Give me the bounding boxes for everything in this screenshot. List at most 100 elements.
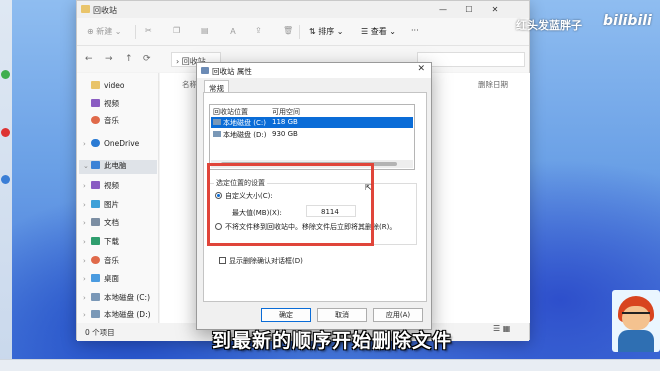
video-subtitle: 到最新的顺序开始删除文件 xyxy=(211,330,452,352)
nav-item-drive-c[interactable]: › 本地磁盘 (C:) xyxy=(83,292,150,306)
column-header-name[interactable]: 名称 xyxy=(182,79,197,90)
video-icon xyxy=(91,99,100,107)
nav-label: 音乐 xyxy=(104,256,119,265)
document-icon xyxy=(91,218,100,226)
close-icon[interactable]: ✕ xyxy=(417,64,425,74)
chevron-right-icon[interactable]: › xyxy=(83,219,91,227)
location-name: 本地磁盘 (C:) xyxy=(223,119,266,127)
image-icon xyxy=(91,200,100,208)
app-icon[interactable] xyxy=(1,128,10,137)
chevron-right-icon[interactable]: › xyxy=(83,311,91,319)
chevron-right-icon[interactable]: › xyxy=(83,294,91,302)
nav-label: video xyxy=(104,81,125,90)
nav-label: 音乐 xyxy=(104,116,119,125)
chevron-right-icon[interactable]: › xyxy=(83,238,91,246)
drive-icon xyxy=(91,310,100,318)
copy-icon[interactable]: ❐ xyxy=(173,26,180,35)
nav-item-downloads[interactable]: › 下载 xyxy=(83,236,119,250)
left-app-strip xyxy=(0,0,12,371)
music-icon xyxy=(91,256,100,264)
chevron-right-icon[interactable]: › xyxy=(83,140,91,148)
nav-item-videos-pc[interactable]: › 视频 xyxy=(83,180,119,194)
free-space: 118 GB xyxy=(272,118,298,126)
custom-size-option[interactable]: 自定义大小(C): xyxy=(215,191,273,201)
forward-arrow-icon[interactable]: → xyxy=(105,54,113,64)
dialog-titlebar: 回收站 属性 ✕ xyxy=(197,63,431,78)
chevron-right-icon[interactable]: › xyxy=(83,201,91,209)
location-list[interactable]: 回收站位置 可用空间 本地磁盘 (C:) 118 GB 本地磁盘 (D:) 93… xyxy=(209,104,415,170)
column-header-free-space[interactable]: 可用空间 xyxy=(272,107,300,117)
app-icon[interactable] xyxy=(1,175,10,184)
nav-item-this-pc[interactable]: ⌄ 此电脑 xyxy=(79,160,157,174)
free-space: 930 GB xyxy=(272,130,298,138)
nav-item-onedrive[interactable]: › OneDrive xyxy=(83,139,139,153)
chevron-right-icon[interactable]: › xyxy=(83,182,91,190)
no-recycle-option[interactable]: 不将文件移到回收站中。移除文件后立即将其删除(R)。 xyxy=(215,222,396,232)
cursor-icon: ⇱ xyxy=(365,183,372,192)
chevron-right-icon[interactable]: › xyxy=(83,275,91,283)
chevron-down-icon[interactable]: ⌄ xyxy=(83,162,91,170)
refresh-icon[interactable]: ⟳ xyxy=(143,54,151,64)
avatar xyxy=(612,290,660,352)
nav-item-pictures[interactable]: › 图片 xyxy=(83,199,119,213)
new-label: 新建 xyxy=(96,27,113,36)
navigation-pane: video 视频 音乐 › OneDrive ⌄ 此电脑 › 视频 › 图片 › 文档 ›… xyxy=(77,73,159,323)
max-size-input[interactable]: 8114 xyxy=(306,205,356,217)
rename-icon[interactable]: Ａ xyxy=(229,26,237,37)
apply-button[interactable]: 应用(A) xyxy=(373,308,423,322)
details-view-icon[interactable]: ☰ xyxy=(493,324,500,333)
delete-confirmation-option[interactable]: 显示删除确认对话框(D) xyxy=(219,256,303,266)
recycle-bin-properties-dialog: 回收站 属性 ✕ 常规 回收站位置 可用空间 本地磁盘 (C:) 118 GB … xyxy=(196,62,432,330)
tiles-view-icon[interactable]: ▦ xyxy=(503,324,511,333)
delete-icon[interactable]: 🗑 xyxy=(283,26,293,35)
item-count: 0 个项目 xyxy=(85,328,115,337)
drive-icon xyxy=(213,119,221,125)
horizontal-scrollbar[interactable] xyxy=(211,160,413,168)
general-tab-panel: 回收站位置 可用空间 本地磁盘 (C:) 118 GB 本地磁盘 (D:) 93… xyxy=(203,92,427,302)
desktop-icon xyxy=(91,274,100,282)
view-toggle[interactable]: ☰ ▦ xyxy=(493,324,510,333)
nav-item-drive-d[interactable]: › 本地磁盘 (D:) xyxy=(83,309,151,323)
custom-size-label: 自定义大小(C): xyxy=(225,192,273,200)
ok-button[interactable]: 确定 xyxy=(261,308,311,322)
music-icon xyxy=(91,116,100,124)
dialog-title: 回收站 属性 xyxy=(212,67,252,76)
minimize-button[interactable]: — xyxy=(431,3,455,16)
scrollbar-thumb[interactable] xyxy=(221,162,397,166)
maximize-button[interactable]: ☐ xyxy=(457,3,481,16)
sort-button[interactable]: ⇅ 排序 ⌄ xyxy=(309,26,344,37)
up-arrow-icon[interactable]: ↑ xyxy=(125,54,133,64)
more-options-icon[interactable]: ··· xyxy=(411,26,419,35)
close-button[interactable]: ✕ xyxy=(483,3,507,16)
cancel-button[interactable]: 取消 xyxy=(317,308,367,322)
column-header-location[interactable]: 回收站位置 xyxy=(213,107,248,117)
chevron-right-icon[interactable]: › xyxy=(83,257,91,265)
nav-item-documents[interactable]: › 文档 xyxy=(83,217,119,231)
nav-item-video[interactable]: video xyxy=(83,81,125,95)
taskbar xyxy=(0,359,660,371)
folder-icon xyxy=(91,81,100,89)
nav-item-desktop[interactable]: › 桌面 xyxy=(83,273,119,287)
nav-item-music[interactable]: 音乐 xyxy=(83,115,119,129)
nav-item-videos[interactable]: 视频 xyxy=(83,98,119,112)
view-button[interactable]: ☰ 查看 ⌄ xyxy=(361,26,396,37)
radio-selected[interactable] xyxy=(215,192,222,199)
back-arrow-icon[interactable]: ← xyxy=(85,54,93,64)
column-header-deleted-date[interactable]: 删除日期 xyxy=(478,79,508,90)
search-input[interactable] xyxy=(417,52,525,67)
toolbar-divider xyxy=(299,25,300,39)
explorer-titlebar: 回收站 — ☐ ✕ xyxy=(77,1,529,18)
max-size-label: 最大值(MB)(X): xyxy=(232,209,282,217)
paste-icon[interactable]: ▤ xyxy=(201,26,209,35)
nav-label: 桌面 xyxy=(104,274,119,283)
share-icon[interactable]: ⇪ xyxy=(255,26,262,35)
new-button[interactable]: ⊕ 新建 ⌄ xyxy=(87,26,122,37)
list-item-drive-c[interactable]: 本地磁盘 (C:) 118 GB xyxy=(211,117,413,128)
cut-icon[interactable]: ✂ xyxy=(145,26,152,35)
nav-item-music-pc[interactable]: › 音乐 xyxy=(83,255,119,269)
checkbox[interactable] xyxy=(219,257,226,264)
list-item-drive-d[interactable]: 本地磁盘 (D:) 930 GB xyxy=(211,129,413,140)
explorer-toolbar: ⊕ 新建 ⌄ ✂ ❐ ▤ Ａ ⇪ 🗑 ⇅ 排序 ⌄ ☰ 查看 ⌄ ··· xyxy=(77,18,529,46)
app-icon[interactable] xyxy=(1,70,10,79)
radio-unselected[interactable] xyxy=(215,223,222,230)
